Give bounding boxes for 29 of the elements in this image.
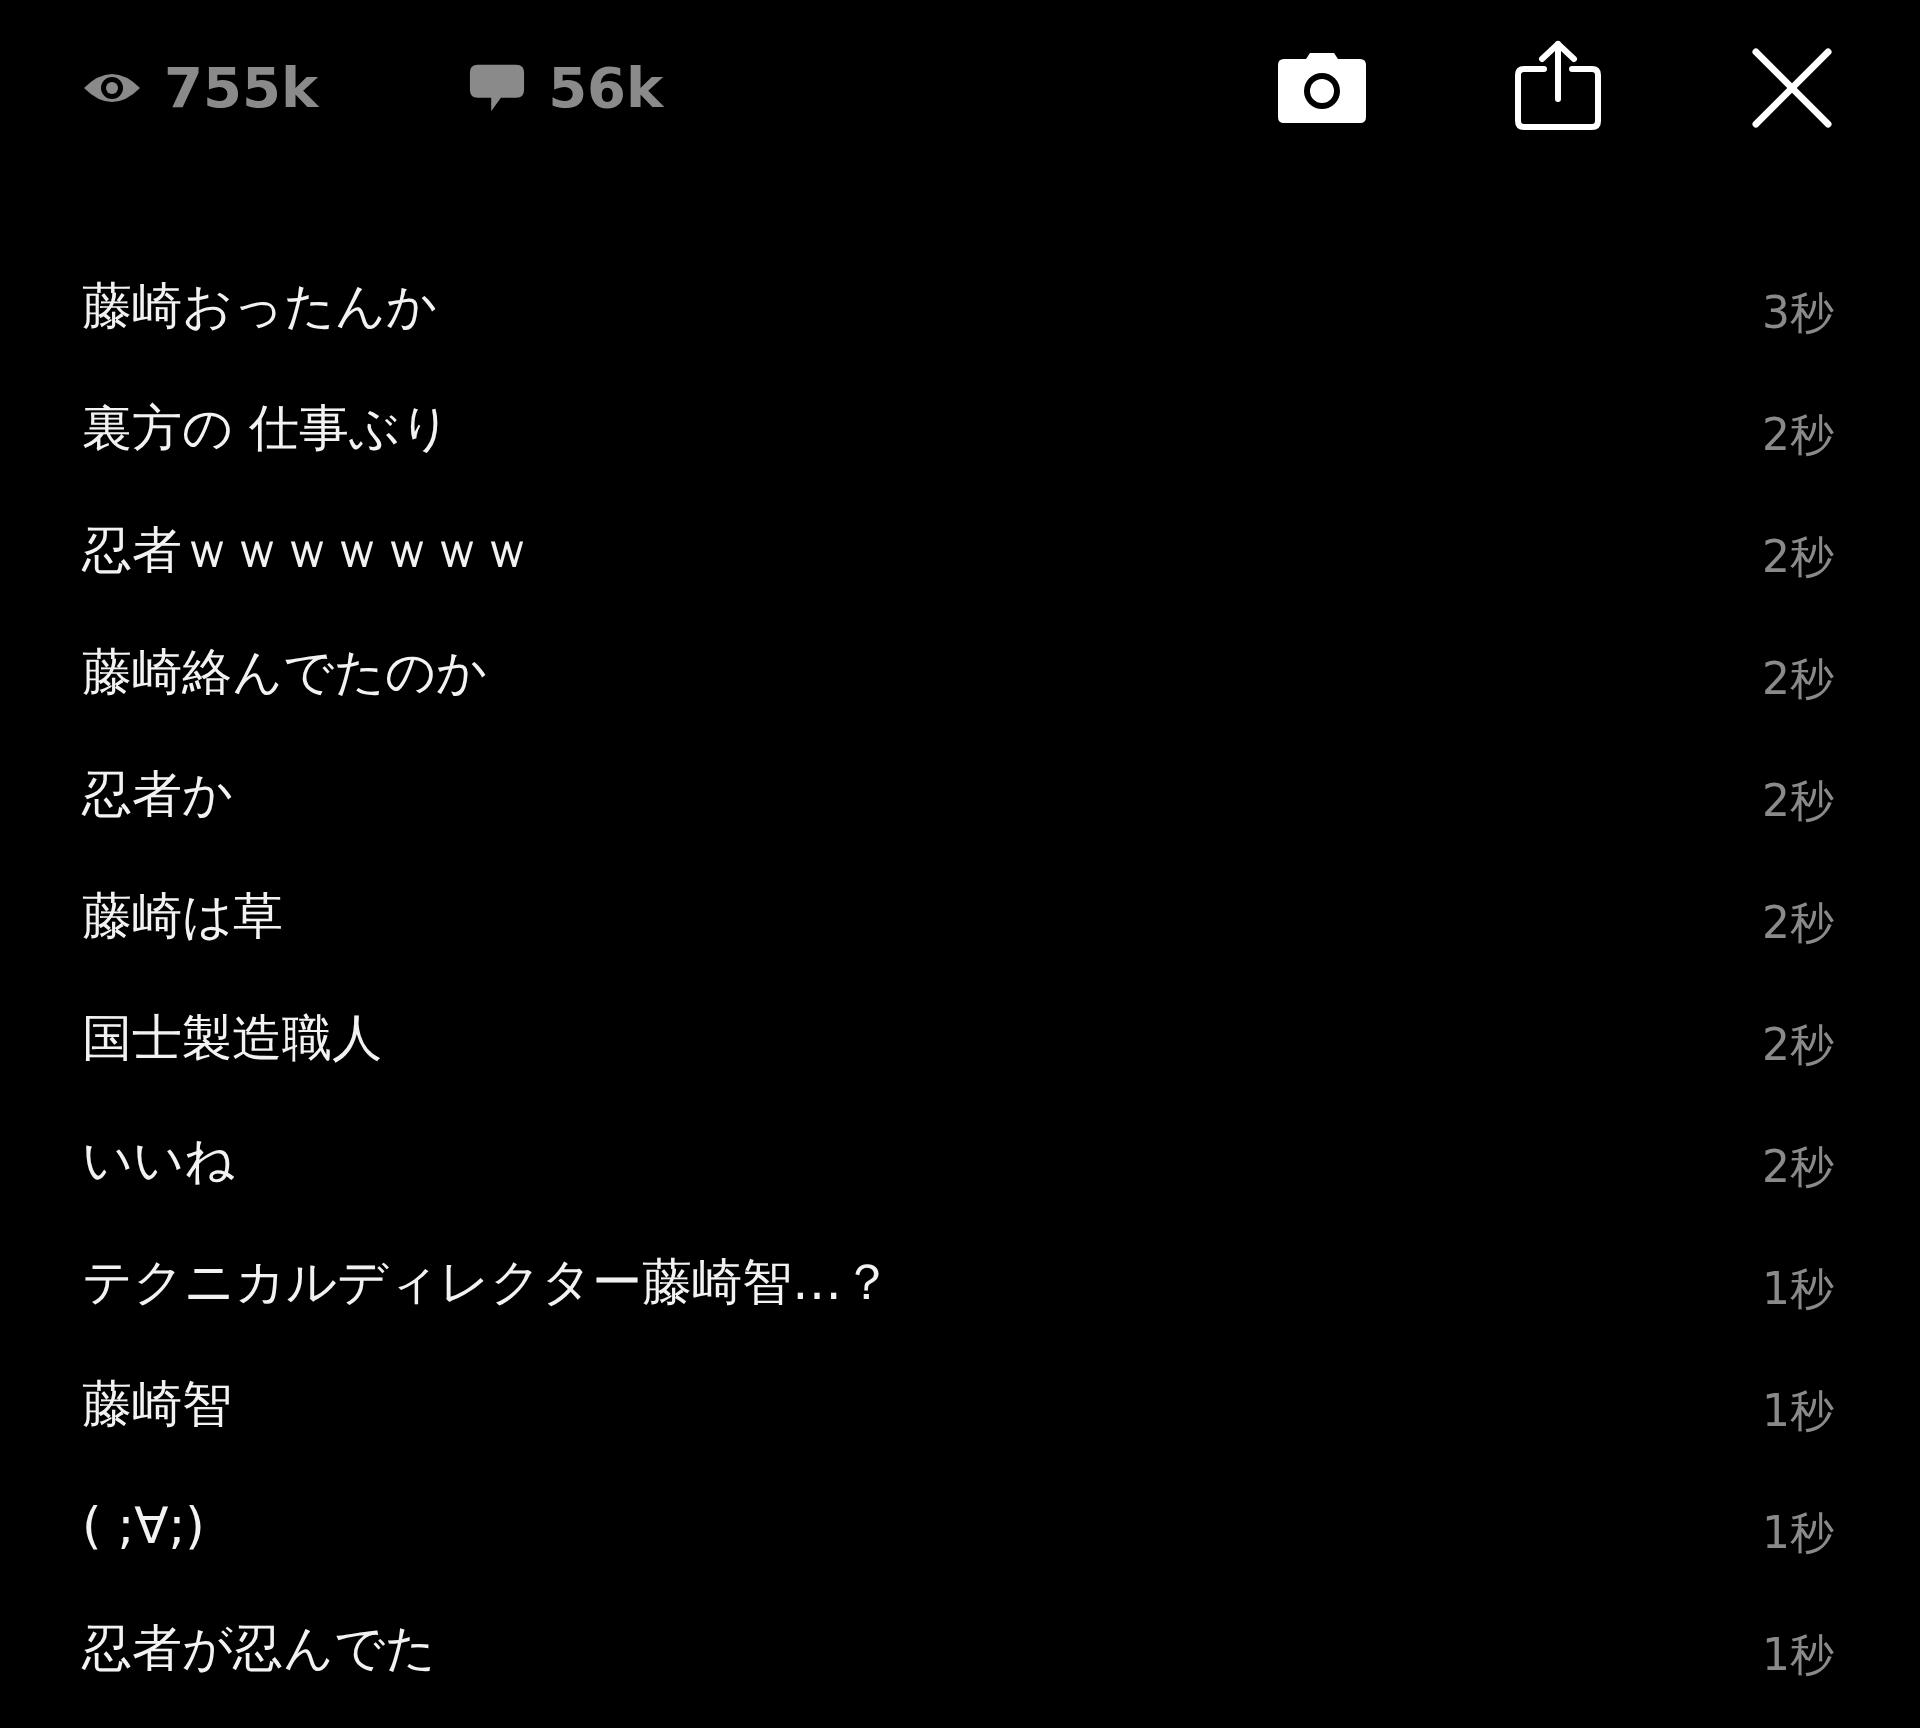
comment-time: 1秒 — [1762, 1627, 1834, 1682]
comment-time: 1秒 — [1762, 1505, 1834, 1560]
comment-text: 藤崎智 — [82, 1373, 232, 1435]
comment-time: 3秒 — [1762, 285, 1834, 340]
comment-text: 藤崎絡んでたのか — [82, 641, 487, 703]
comment-text: ( ;∀;) — [82, 1497, 205, 1555]
comment-text: 裏方の 仕事ぶり — [82, 397, 451, 459]
comment-count: 56k — [548, 55, 664, 120]
close-icon[interactable] — [1752, 47, 1832, 128]
comment-text: 忍者か — [82, 763, 233, 825]
comment-time: 2秒 — [1762, 1017, 1834, 1072]
share-icon[interactable] — [1514, 38, 1602, 131]
comment-time: 2秒 — [1762, 895, 1834, 950]
comment-text: 藤崎は草 — [82, 885, 283, 947]
comment-time: 2秒 — [1762, 773, 1834, 828]
comment-time: 2秒 — [1762, 1139, 1834, 1194]
comment-time: 1秒 — [1762, 1383, 1834, 1438]
comment-text: 忍者が忍んでた — [82, 1617, 436, 1679]
comment-time: 2秒 — [1762, 651, 1834, 706]
comment-text: 忍者ｗｗｗｗｗｗｗ — [82, 519, 532, 581]
view-count: 755k — [164, 55, 319, 120]
comment-text: 藤崎おったんか — [82, 275, 437, 337]
comment-time: 2秒 — [1762, 407, 1834, 462]
comment-text: 国士製造職人 — [82, 1007, 382, 1069]
camera-icon[interactable] — [1278, 50, 1366, 125]
comment-text: いいね — [82, 1129, 235, 1191]
comment-time: 2秒 — [1762, 529, 1834, 584]
comment-text: テクニカルディレクター藤崎智…？ — [82, 1251, 892, 1313]
comment-time: 1秒 — [1762, 1261, 1834, 1316]
